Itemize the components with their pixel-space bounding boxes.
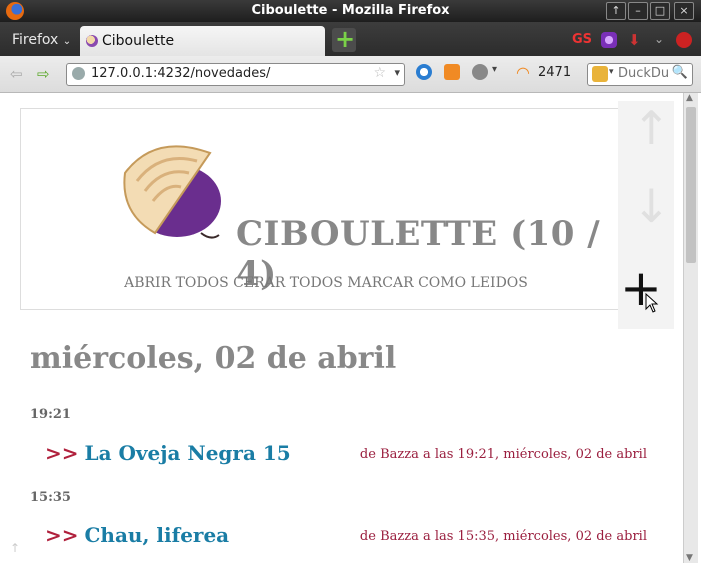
search-box[interactable]: ▾ 🔍 [587, 63, 693, 86]
scroll-down-icon[interactable]: ▼ [686, 553, 693, 563]
chevron-down-icon: ⌄ [62, 36, 72, 47]
plus-icon: + [335, 25, 356, 53]
close-button[interactable]: × [674, 2, 694, 20]
feed-count: 2471 [538, 65, 572, 80]
window-title: Ciboulette - Mozilla Firefox [251, 3, 450, 18]
scroll-top-arrow-icon[interactable]: ↑ [10, 541, 20, 555]
entry-title-link[interactable]: >> La Oveja Negra 15 [45, 441, 291, 465]
entry-meta: de Bazza a las 19:21, miércoles, 02 de a… [359, 447, 647, 462]
day-heading: miércoles, 02 de abril [30, 341, 397, 376]
bookmark-star-icon[interactable]: ☆ [373, 65, 386, 81]
back-arrow-icon[interactable]: ⇦ [10, 65, 23, 83]
firefox-menu-label: Firefox [12, 32, 59, 48]
scroll-down-arrow-icon[interactable]: ↓ [632, 179, 671, 233]
entry-marker: >> [45, 441, 79, 465]
entry-title: Chau, liferea [84, 523, 230, 547]
addon-icon[interactable] [676, 32, 692, 48]
reload-icon[interactable] [416, 64, 432, 80]
chevron-down-icon[interactable]: ⌄ [654, 32, 670, 48]
navigation-bar: ⇦ ⇨ ☆ ▾ ▾ ◠ 2471 ▾ 🔍 [0, 56, 701, 93]
tab-label: Ciboulette [102, 33, 175, 49]
vertical-scrollbar[interactable]: ▲ ▼ [683, 93, 698, 563]
chevron-down-icon[interactable]: ▾ [394, 66, 400, 79]
search-icon[interactable]: 🔍 [672, 65, 688, 80]
address-bar[interactable]: ☆ ▾ [66, 63, 405, 86]
chevron-down-icon[interactable]: ▾ [609, 67, 614, 77]
entry-title: La Oveja Negra 15 [84, 441, 291, 465]
open-all-link[interactable]: ABRIR TODOS [124, 275, 229, 291]
close-all-link[interactable]: CERAR TODOS [233, 275, 343, 291]
firefox-menu-button[interactable]: Firefox ⌄ [12, 32, 71, 48]
mark-read-link[interactable]: MARCAR COMO LEIDOS [347, 275, 528, 291]
gs-extension-button[interactable]: GS [572, 32, 592, 47]
minimize-button[interactable]: – [628, 2, 648, 20]
entry-meta: de Bazza a las 15:35, miércoles, 02 de a… [359, 529, 647, 544]
entry-title-link[interactable]: >> Chau, liferea [45, 523, 229, 547]
globe-icon [72, 67, 85, 80]
search-engine-icon[interactable] [592, 66, 608, 82]
entry-time: 15:35 [30, 490, 71, 505]
feed-reader-icon[interactable]: ◠ [516, 63, 530, 82]
mouse-cursor-icon [645, 293, 659, 313]
new-tab-button[interactable]: + [332, 25, 356, 53]
scroll-up-arrow-icon[interactable]: ↑ [632, 101, 671, 155]
header-actions: ABRIR TODOS CERAR TODOS MARCAR COMO LEID… [21, 275, 631, 291]
tab-bar: Firefox ⌄ Ciboulette + GS ⬇ ⌄ [0, 22, 701, 56]
window-up-icon[interactable]: ↑ [606, 2, 626, 20]
chevron-down-icon[interactable]: ▾ [492, 64, 497, 75]
scrollbar-thumb[interactable] [686, 107, 696, 263]
download-arrow-icon[interactable]: ⬇ [628, 32, 644, 48]
onion-logo-icon [123, 145, 221, 239]
rss-feed-icon[interactable] [444, 64, 460, 80]
site-header: CIBOULETTE (10 / 4) ABRIR TODOS CERAR TO… [20, 108, 632, 310]
page-content: CIBOULETTE (10 / 4) ABRIR TODOS CERAR TO… [0, 93, 683, 563]
search-input[interactable] [618, 65, 674, 82]
entry-marker: >> [45, 523, 79, 547]
scroll-up-icon[interactable]: ▲ [686, 93, 693, 103]
extension-icon[interactable] [601, 32, 617, 48]
greasemonkey-icon[interactable] [472, 64, 488, 80]
entry-time: 19:21 [30, 407, 71, 422]
maximize-button[interactable]: □ [650, 2, 670, 20]
onion-favicon-icon [86, 35, 98, 47]
window-title-bar: Ciboulette - Mozilla Firefox ↑ – □ × [0, 0, 701, 22]
tab-ciboulette[interactable]: Ciboulette [80, 26, 325, 56]
forward-arrow-icon[interactable]: ⇨ [37, 65, 50, 83]
url-input[interactable] [91, 65, 361, 82]
